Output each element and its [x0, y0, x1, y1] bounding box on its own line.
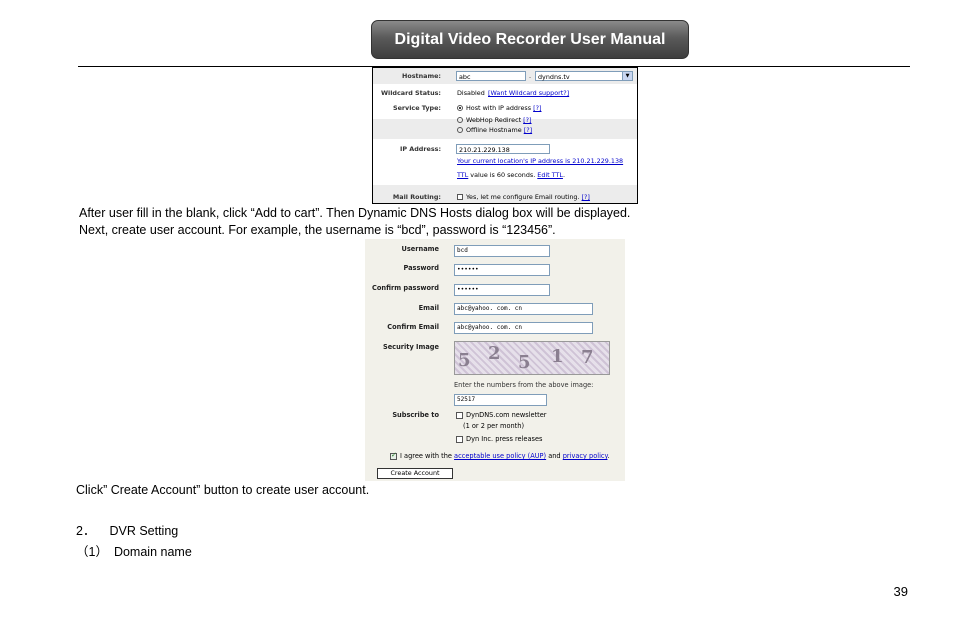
- captcha-digit: 5: [518, 352, 531, 373]
- radio-selected-icon[interactable]: [457, 105, 463, 111]
- domain-select-value: dyndns.tv: [538, 73, 570, 81]
- help-link[interactable]: [?]: [523, 116, 531, 124]
- manual-title: Digital Video Recorder User Manual: [394, 30, 666, 48]
- subsection-domain-name: （1） Domain name: [76, 541, 192, 560]
- page-number: 39: [893, 584, 908, 599]
- confirm-password-input[interactable]: ••••••: [454, 284, 550, 296]
- subsection-title: Domain name: [113, 545, 192, 559]
- current-ip-link[interactable]: Your current location's IP address is 21…: [457, 157, 623, 165]
- mail-routing-option[interactable]: Yes, let me configure Email routing. [?]: [457, 193, 590, 201]
- help-link[interactable]: [?]: [524, 126, 532, 134]
- confirm-password-label: Confirm password: [372, 284, 439, 292]
- hostname-row: Hostname: abc . dyndns.tv ▼: [373, 68, 637, 84]
- checkbox-icon[interactable]: [456, 435, 463, 443]
- captcha-digit: 7: [581, 347, 594, 368]
- ip-address-input[interactable]: 210.21.229.138: [456, 144, 550, 154]
- subscribe-label: Subscribe to: [392, 411, 439, 419]
- wildcard-value: Disabled: [457, 89, 485, 97]
- ttl-line: TTL value is 60 seconds. Edit TTL.: [457, 171, 565, 179]
- service-row-2: WebHop Redirect [?] Offline Hostname [?]: [373, 116, 637, 139]
- section-title: DVR Setting: [109, 524, 179, 538]
- captcha-digit: 5: [458, 350, 471, 371]
- email-label: Email: [418, 304, 439, 312]
- captcha-digit: 2: [488, 343, 501, 364]
- chevron-down-icon[interactable]: ▼: [622, 72, 632, 80]
- section-number: 2．: [76, 524, 96, 538]
- newsletter-option[interactable]: DynDNS.com newsletter: [456, 411, 547, 419]
- mail-routing-label: Mail Routing:: [392, 193, 441, 201]
- checkbox-icon[interactable]: [456, 411, 463, 419]
- radio-icon[interactable]: [457, 127, 463, 133]
- agree-option[interactable]: I agree with the acceptable use policy (…: [390, 451, 610, 460]
- captcha-hint: Enter the numbers from the above image:: [454, 381, 594, 389]
- paragraph-create-account-example: Next, create user account. For example, …: [79, 223, 556, 237]
- paragraph-click-create-account: Click” Create Account” button to create …: [76, 483, 370, 497]
- service-option-offline[interactable]: Offline Hostname [?]: [457, 126, 532, 134]
- service-option-webhop[interactable]: WebHop Redirect [?]: [457, 116, 532, 124]
- section-dvr-setting: 2． DVR Setting: [76, 520, 178, 539]
- create-account-button[interactable]: Create Account: [377, 468, 453, 479]
- ttl-link[interactable]: TTL: [457, 171, 468, 179]
- ip-address-label: IP Address:: [399, 145, 441, 153]
- press-option[interactable]: Dyn Inc. press releases: [456, 435, 542, 443]
- help-link[interactable]: [?]: [533, 104, 541, 112]
- wildcard-link[interactable]: [Want Wildcard support?]: [488, 89, 569, 97]
- checkbox-checked-icon[interactable]: [390, 451, 397, 460]
- security-image-label: Security Image: [382, 343, 439, 351]
- checkbox-icon[interactable]: [457, 194, 463, 200]
- confirm-email-label: Confirm Email: [387, 323, 439, 331]
- privacy-link[interactable]: privacy policy: [563, 452, 608, 460]
- aup-link[interactable]: acceptable use policy (AUP): [454, 452, 546, 460]
- dyndns-host-form-screenshot: Hostname: abc . dyndns.tv ▼ Wildcard Sta…: [372, 67, 638, 204]
- email-input[interactable]: abc@yahoo. com. cn: [454, 303, 593, 315]
- captcha-input[interactable]: 52517: [454, 394, 547, 406]
- service-type-label: Service Type:: [392, 104, 441, 112]
- newsletter-frequency: (1 or 2 per month): [463, 422, 525, 430]
- paragraph-add-to-cart: After user fill in the blank, click “Add…: [79, 206, 631, 220]
- edit-ttl-link[interactable]: Edit TTL: [537, 171, 563, 179]
- username-input[interactable]: bcd: [454, 245, 550, 257]
- wildcard-row: Wildcard Status: Disabled [Want Wildcard…: [373, 87, 637, 99]
- captcha-image: 5 2 5 1 7: [454, 341, 610, 375]
- hostname-label: Hostname:: [401, 72, 441, 80]
- ip-row: IP Address: 210.21.229.138 Your current …: [373, 139, 637, 185]
- password-label: Password: [403, 264, 439, 272]
- hostname-input[interactable]: abc: [456, 71, 526, 81]
- help-link[interactable]: [?]: [582, 193, 590, 201]
- create-account-form-screenshot: Username bcd Password •••••• Confirm pas…: [365, 239, 625, 481]
- subsection-number: （1）: [76, 545, 108, 559]
- confirm-email-input[interactable]: abc@yahoo. com. cn: [454, 322, 593, 334]
- dot-separator: .: [529, 72, 532, 80]
- service-option-host[interactable]: Host with IP address [?]: [457, 104, 542, 112]
- domain-select[interactable]: dyndns.tv ▼: [535, 71, 633, 81]
- captcha-digit: 1: [551, 346, 564, 367]
- mail-routing-row: Mail Routing: Yes, let me configure Emai…: [373, 185, 637, 203]
- manual-title-badge: Digital Video Recorder User Manual: [371, 20, 689, 59]
- password-input[interactable]: ••••••: [454, 264, 550, 276]
- username-label: Username: [401, 245, 440, 253]
- radio-icon[interactable]: [457, 117, 463, 123]
- wildcard-label: Wildcard Status:: [381, 89, 441, 97]
